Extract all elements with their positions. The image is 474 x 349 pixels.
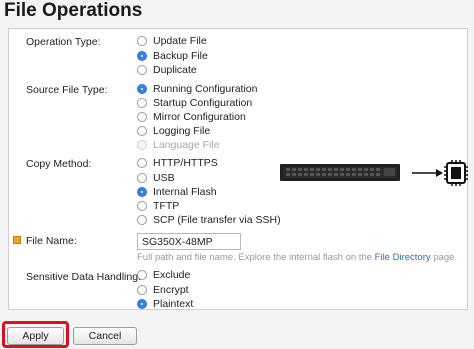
arrow-right-icon (412, 169, 443, 177)
radio-language-file: Language File (137, 138, 220, 152)
radio-button[interactable] (137, 126, 147, 136)
radio-button (137, 140, 147, 150)
radio-label: Duplicate (153, 64, 197, 76)
radio-label: Internal Flash (153, 186, 217, 198)
radio-exclude[interactable]: Exclude (137, 268, 190, 282)
radio-http-https[interactable]: HTTP/HTTPS (137, 156, 218, 170)
radio-button[interactable] (137, 215, 147, 225)
file-name-input[interactable] (137, 233, 241, 250)
operation-type-label: Operation Type: (26, 36, 101, 48)
file-name-label: File Name: (26, 235, 77, 247)
radio-label: USB (153, 172, 175, 184)
radio-button[interactable] (137, 173, 147, 183)
switch-device-icon (280, 164, 400, 181)
radio-button[interactable] (137, 51, 147, 61)
radio-mirror-configuration[interactable]: Mirror Configuration (137, 110, 246, 124)
radio-label: TFTP (153, 200, 180, 212)
radio-button[interactable] (137, 36, 147, 46)
radio-label: Language File (153, 139, 220, 151)
radio-label: Startup Configuration (153, 97, 253, 109)
file-name-hint: Full path and file name. Explore the int… (137, 252, 457, 263)
radio-label: Logging File (153, 125, 211, 137)
radio-label: Encrypt (153, 284, 189, 296)
copy-method-diagram (280, 160, 468, 186)
radio-label: Backup File (153, 50, 208, 62)
radio-button[interactable] (137, 65, 147, 75)
hint-text-suffix: page. (433, 252, 458, 263)
radio-button[interactable] (137, 112, 147, 122)
radio-label: Update File (153, 35, 207, 47)
radio-tftp[interactable]: TFTP (137, 199, 179, 213)
radio-button[interactable] (137, 84, 147, 94)
radio-button[interactable] (137, 98, 147, 108)
radio-label: Exclude (153, 269, 191, 281)
radio-label: Mirror Configuration (153, 111, 246, 123)
radio-button[interactable] (137, 299, 147, 309)
radio-logging-file[interactable]: Logging File (137, 124, 210, 138)
required-field-icon (13, 236, 21, 244)
radio-update-file[interactable]: Update File (137, 34, 207, 48)
radio-label: SCP (File transfer via SSH) (153, 214, 281, 226)
radio-duplicate[interactable]: Duplicate (137, 63, 197, 77)
radio-button[interactable] (137, 285, 147, 295)
hint-text: Full path and file name. Explore the int… (137, 252, 373, 263)
radio-encrypt[interactable]: Encrypt (137, 283, 189, 297)
radio-label: Running Configuration (153, 83, 258, 95)
radio-label: Plaintext (153, 298, 194, 310)
radio-scp[interactable]: SCP (File transfer via SSH) (137, 213, 281, 227)
radio-button[interactable] (137, 187, 147, 197)
apply-button[interactable]: Apply (7, 327, 64, 345)
radio-internal-flash[interactable]: Internal Flash (137, 185, 217, 199)
radio-button[interactable] (137, 201, 147, 211)
radio-label: HTTP/HTTPS (153, 157, 218, 169)
page-title: File Operations (4, 0, 143, 21)
source-file-type-label: Source File Type: (26, 84, 108, 96)
radio-button[interactable] (137, 270, 147, 280)
cancel-button[interactable]: Cancel (73, 327, 137, 345)
file-directory-link[interactable]: File Directory (375, 252, 431, 263)
radio-plaintext[interactable]: Plaintext (137, 297, 193, 311)
radio-button[interactable] (137, 158, 147, 168)
sensitive-data-label: Sensitive Data Handling: (26, 271, 141, 283)
flash-chip-icon (444, 160, 468, 186)
radio-running-configuration[interactable]: Running Configuration (137, 82, 258, 96)
radio-usb[interactable]: USB (137, 171, 175, 185)
radio-backup-file[interactable]: Backup File (137, 49, 208, 63)
radio-startup-configuration[interactable]: Startup Configuration (137, 96, 252, 110)
copy-method-label: Copy Method: (26, 158, 92, 170)
